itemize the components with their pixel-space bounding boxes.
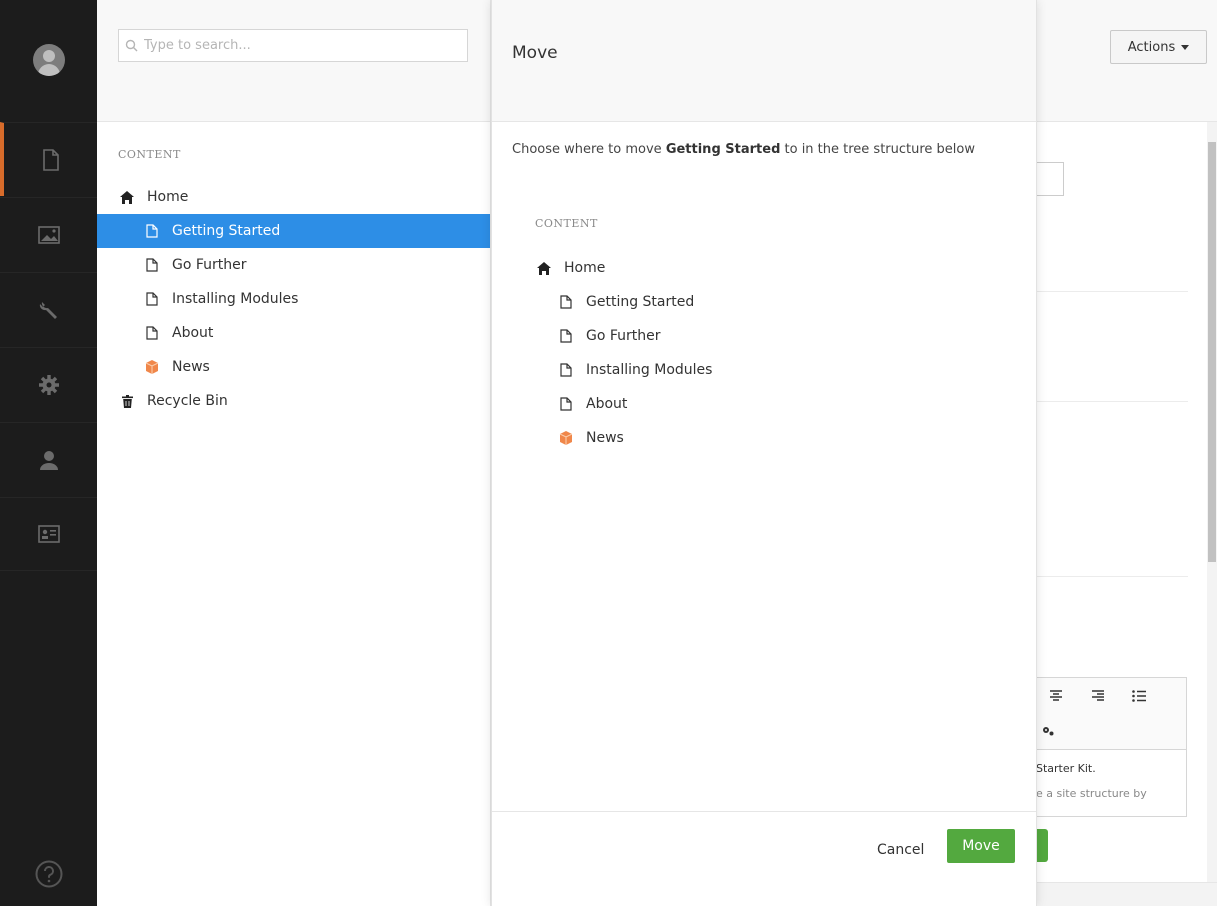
bullet-list-icon[interactable] [1132,690,1146,702]
tree-node-label: Getting Started [172,223,281,239]
target-node-installing-modules[interactable]: Installing Modules [492,353,1036,387]
move-target-tree: Home Getting Started Go Further Installi… [492,251,1036,455]
search-icon [125,39,138,52]
document-icon [558,362,574,378]
align-right-icon[interactable] [1092,690,1104,702]
contact-card-icon [37,525,60,543]
editor-text: e a site structure by [1036,787,1147,800]
scrollbar[interactable] [1207,122,1217,882]
target-node-about[interactable]: About [492,387,1036,421]
tree-node-label: Home [564,260,606,276]
divider [1036,401,1188,402]
document-icon [144,325,160,341]
dialog-footer: Cancel Move [492,811,1036,906]
tree-node-installing-modules[interactable]: Installing Modules [97,282,490,316]
tree-header [97,0,490,122]
description-text: Choose where to move [512,142,666,157]
align-center-icon[interactable] [1050,690,1062,702]
wrench-icon [39,301,57,319]
package-icon [558,430,574,446]
editor-header: Actions [1036,0,1217,122]
rail-item-members[interactable] [0,497,97,571]
tree-node-getting-started[interactable]: Getting Started [97,214,490,248]
package-icon [144,359,160,375]
document-icon [144,257,160,273]
rail-item-content[interactable] [0,122,97,196]
save-button[interactable] [1036,829,1048,862]
target-node-news[interactable]: News [492,421,1036,455]
tree-node-recycle-bin[interactable]: Recycle Bin [97,384,490,418]
content-tree-panel: CONTENT Home Getting Started Go Further … [97,0,491,906]
editor-toolbar [1036,678,1186,750]
tree-node-about[interactable]: About [97,316,490,350]
target-node-go-further[interactable]: Go Further [492,319,1036,353]
description-text: to in the tree structure below [780,142,976,157]
document-icon [144,223,160,239]
user-icon [39,450,58,470]
divider [1036,291,1188,292]
user-avatar[interactable] [33,44,65,76]
divider [1036,576,1188,577]
tree-node-label: Recycle Bin [147,393,228,409]
description-item-name: Getting Started [665,142,781,157]
tree-node-label: News [586,430,624,446]
tree-node-label: Home [147,189,189,205]
cancel-button[interactable]: Cancel [877,842,924,858]
caret-down-icon [1181,44,1190,50]
content-tree: Home Getting Started Go Further Installi… [97,180,490,418]
editor-footer [1036,882,1217,906]
gear-icon [38,374,59,395]
move-dialog: Move Choose where to move Getting Starte… [491,0,1037,906]
document-icon [558,328,574,344]
dialog-header: Move [492,0,1036,122]
document-icon [144,291,160,307]
move-button[interactable]: Move [947,829,1015,863]
target-node-home[interactable]: Home [492,251,1036,285]
rail-item-users[interactable] [0,422,97,496]
help-icon[interactable] [34,859,64,889]
tree-node-label: Getting Started [586,294,695,310]
document-icon [42,148,59,171]
editor-text: Starter Kit. [1036,762,1096,775]
document-icon [558,396,574,412]
rail-item-developer[interactable] [0,272,97,346]
rich-text-editor[interactable]: Starter Kit. e a site structure by [1036,677,1187,817]
home-icon [119,189,135,205]
dialog-description: Choose where to move Getting Started to … [512,140,992,159]
macro-icon[interactable] [1042,726,1054,736]
tree-node-label: Installing Modules [586,362,713,378]
target-node-getting-started[interactable]: Getting Started [492,285,1036,319]
rail-item-media[interactable] [0,197,97,271]
tree-node-label: News [172,359,210,375]
editor-field[interactable] [1036,162,1064,196]
dialog-title: Move [512,43,558,63]
app-sidebar [0,0,97,906]
dialog-section-title: CONTENT [535,217,598,230]
tree-node-home[interactable]: Home [97,180,490,214]
tree-node-label: About [172,325,214,341]
actions-button[interactable]: Actions [1110,30,1207,64]
search-input[interactable] [144,38,454,53]
trash-icon [119,393,135,409]
rail-item-settings[interactable] [0,347,97,421]
content-editor-background: Actions Starter Kit. e a site structure … [1036,0,1217,906]
search-box[interactable] [118,29,468,62]
actions-label: Actions [1127,39,1176,55]
tree-section-title: CONTENT [118,148,181,161]
tree-node-label: Go Further [172,257,247,273]
tree-node-label: About [586,396,628,412]
scrollbar-thumb[interactable] [1208,142,1216,562]
document-icon [558,294,574,310]
media-icon [37,225,60,244]
tree-node-label: Go Further [586,328,661,344]
tree-node-go-further[interactable]: Go Further [97,248,490,282]
tree-node-news[interactable]: News [97,350,490,384]
home-icon [536,260,552,276]
tree-node-label: Installing Modules [172,291,299,307]
